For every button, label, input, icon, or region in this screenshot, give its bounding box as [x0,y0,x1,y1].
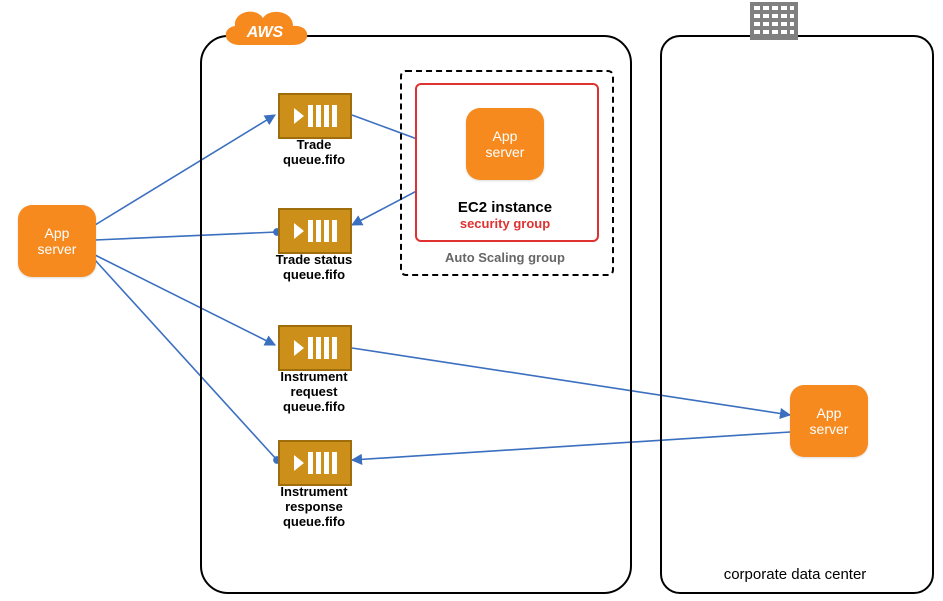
app-server-label: App [45,225,70,241]
app-server-label: server [810,421,849,437]
security-group-label: security group [415,216,595,231]
corporate-data-center-label: corporate data center [660,566,930,583]
queue-icon [278,93,352,139]
building-icon [750,2,798,40]
queue-trade-label: Tradequeue.fifo [254,138,374,168]
app-server-asg: Appserver [466,108,544,180]
app-server-label: server [486,144,525,160]
diagram-stage: AWS corporate data center Auto Scaling g… [0,0,943,601]
aws-cloud-icon: AWS [215,0,315,60]
app-server-label: App [493,128,518,144]
queue-instrument-response-label: Instrumentresponsequeue.fifo [254,485,374,530]
queue-icon [278,440,352,486]
ec2-instance-label: EC2 instance [415,199,595,216]
queue-icon [278,208,352,254]
auto-scaling-group-label: Auto Scaling group [400,250,610,265]
app-server-label: server [38,241,77,257]
queue-instrument-request-label: Instrumentrequestqueue.fifo [254,370,374,415]
svg-text:AWS: AWS [246,24,284,41]
app-server-label: App [817,405,842,421]
app-server-left: Appserver [18,205,96,277]
queue-trade-status-label: Trade statusqueue.fifo [254,253,374,283]
queue-icon [278,325,352,371]
app-server-corporate: Appserver [790,385,868,457]
corporate-data-center-container [660,35,934,594]
